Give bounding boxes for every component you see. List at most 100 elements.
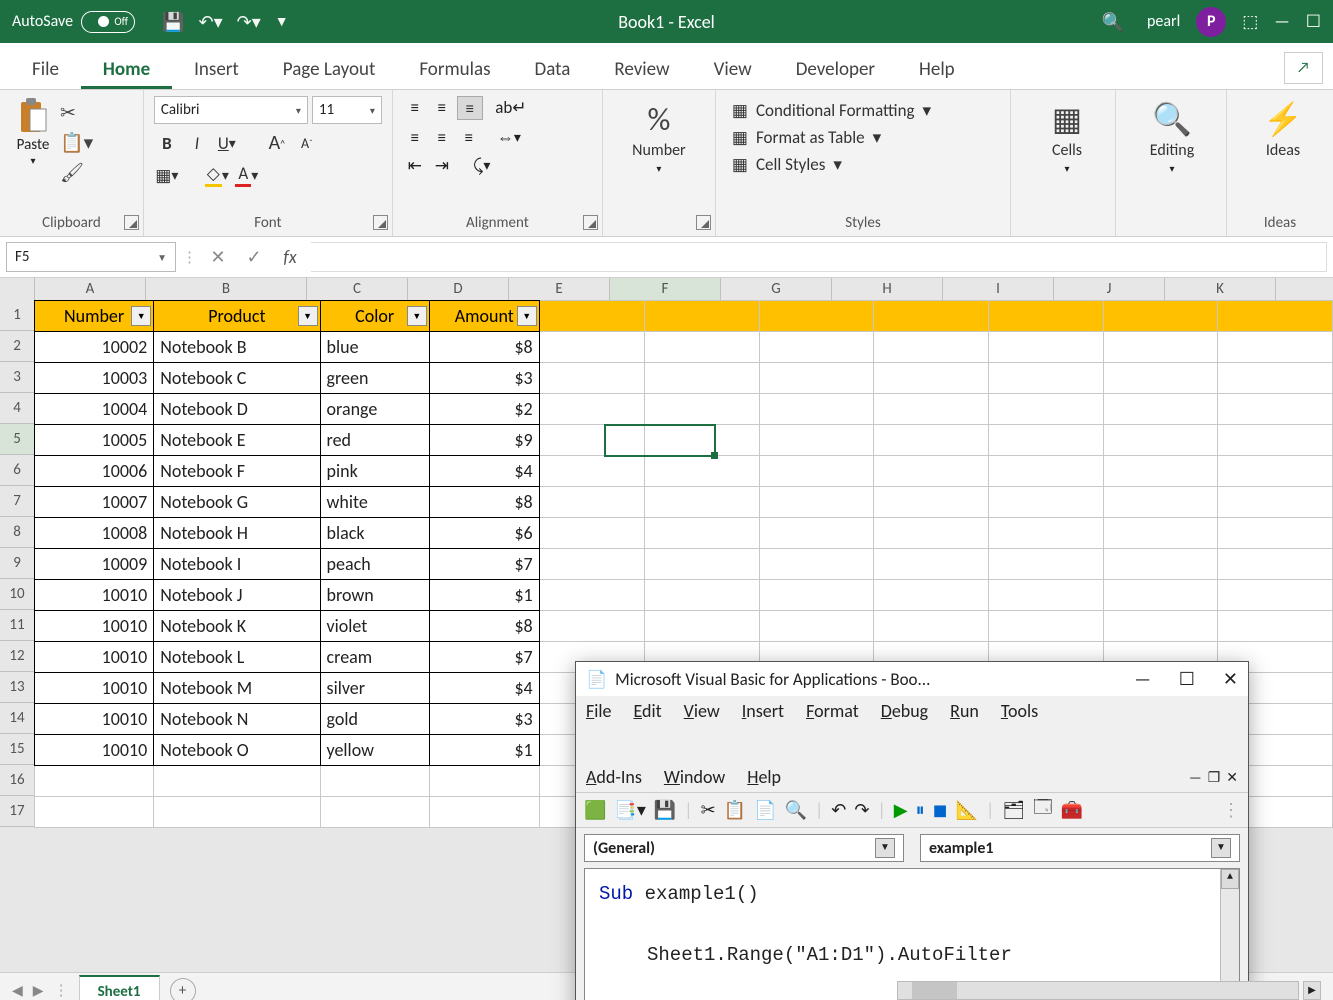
- editing-button[interactable]: 🔍 Editing ▾: [1126, 96, 1218, 175]
- ideas-button[interactable]: ⚡ Ideas: [1237, 96, 1329, 160]
- vba-mdi-restore-icon[interactable]: ❐: [1208, 769, 1221, 786]
- search-icon[interactable]: 🔍: [1102, 11, 1124, 33]
- font-color-button[interactable]: A▾: [234, 162, 260, 188]
- font-name-combo[interactable]: Calibri▾: [154, 96, 308, 124]
- vba-toolbar[interactable]: 🟩 📑▾ 💾 | ✂ 📋 📄 🔍 | ↶ ↷ | ▶ ⏸ ◼ 📐 | 🗂 🗔 🧰…: [576, 792, 1248, 828]
- tab-file[interactable]: File: [10, 48, 81, 89]
- vba-redo-icon[interactable]: ↷: [854, 799, 869, 821]
- wrap-text-icon[interactable]: ab↵: [499, 96, 523, 118]
- decrease-indent-icon[interactable]: ⇤: [403, 154, 427, 176]
- name-box[interactable]: F5▼: [6, 242, 176, 272]
- vba-minimize-icon[interactable]: —: [1134, 668, 1150, 690]
- vba-editor-window[interactable]: 📄 Microsoft Visual Basic for Application…: [575, 661, 1249, 1000]
- align-middle-icon[interactable]: ≡: [430, 96, 454, 118]
- hscroll-right-icon[interactable]: ▶: [1303, 981, 1321, 1000]
- tab-developer[interactable]: Developer: [774, 48, 897, 89]
- tab-view[interactable]: View: [692, 48, 774, 89]
- hscrollbar[interactable]: [897, 981, 1299, 1000]
- vba-mdi-minimize-icon[interactable]: —: [1189, 769, 1202, 786]
- ribbon-display-icon[interactable]: ⬚: [1242, 11, 1258, 32]
- tab-data[interactable]: Data: [513, 48, 593, 89]
- fill-color-button[interactable]: ◇▾: [204, 162, 230, 188]
- filter-button[interactable]: ▼: [407, 306, 427, 326]
- orientation-icon[interactable]: ⤹▾: [470, 154, 494, 176]
- format-as-table-button[interactable]: ▦Format as Table ▾: [732, 127, 994, 148]
- sheet-tab[interactable]: Sheet1: [79, 975, 160, 1000]
- tab-scroll-left-icon[interactable]: ◀: [12, 982, 23, 999]
- italic-button[interactable]: I: [184, 130, 210, 156]
- conditional-formatting-button[interactable]: ▦Conditional Formatting ▾: [732, 100, 994, 121]
- cells-button[interactable]: ▦ Cells ▾: [1021, 96, 1113, 175]
- tab-page-layout[interactable]: Page Layout: [261, 48, 398, 89]
- tab-formulas[interactable]: Formulas: [397, 48, 512, 89]
- merge-center-icon[interactable]: ⇔▾: [497, 126, 521, 148]
- align-center-icon[interactable]: ≡: [430, 126, 454, 148]
- vba-find-icon[interactable]: 🔍: [785, 799, 807, 821]
- redo-icon[interactable]: ↷▾: [237, 11, 261, 33]
- qat-customize-icon[interactable]: ▼: [275, 13, 289, 30]
- number-dialog-icon[interactable]: [696, 215, 711, 230]
- undo-icon[interactable]: ↶▾: [199, 11, 223, 33]
- vba-excel-icon[interactable]: 🟩: [584, 799, 606, 821]
- shrink-font-icon[interactable]: Aˇ: [294, 130, 320, 156]
- paste-button[interactable]: Paste ▾: [10, 96, 56, 185]
- vba-menu-insert[interactable]: Insert: [742, 700, 784, 722]
- borders-button[interactable]: ▦▾: [154, 162, 180, 188]
- cancel-formula-icon[interactable]: ✕: [203, 246, 233, 268]
- vba-menu-format[interactable]: Format: [806, 700, 859, 722]
- vba-menu-add-ins[interactable]: Add-Ins: [586, 766, 642, 788]
- maximize-icon[interactable]: ☐: [1306, 11, 1321, 32]
- vba-menu-tools[interactable]: Tools: [1001, 700, 1038, 722]
- share-button[interactable]: ↗: [1284, 52, 1323, 84]
- vba-mdi-close-icon[interactable]: ✕: [1226, 769, 1238, 786]
- new-sheet-button[interactable]: +: [170, 978, 196, 1000]
- user-avatar[interactable]: P: [1196, 7, 1226, 37]
- vba-undo-icon[interactable]: ↶: [831, 799, 846, 821]
- column-headers[interactable]: ABCDEFGHIJK: [0, 278, 1276, 302]
- minimize-icon[interactable]: —: [1274, 11, 1289, 32]
- insert-function-icon[interactable]: fx: [275, 246, 305, 268]
- save-icon[interactable]: 💾: [162, 11, 184, 33]
- formula-input[interactable]: [311, 242, 1327, 272]
- increase-indent-icon[interactable]: ⇥: [430, 154, 454, 176]
- vba-save-icon[interactable]: 💾: [654, 799, 676, 821]
- vba-procedure-combo[interactable]: example1▼: [920, 834, 1240, 862]
- align-top-icon[interactable]: ≡: [403, 96, 427, 118]
- vba-menu-file[interactable]: File: [586, 700, 612, 722]
- cut-icon[interactable]: ✂: [60, 102, 93, 125]
- tab-scroll-right-icon[interactable]: ▶: [33, 982, 44, 999]
- underline-button[interactable]: U▾: [214, 130, 240, 156]
- bold-button[interactable]: B: [154, 130, 180, 156]
- align-left-icon[interactable]: ≡: [403, 126, 427, 148]
- vba-project-explorer-icon[interactable]: 🗂: [1002, 799, 1025, 821]
- vba-menu-debug[interactable]: Debug: [881, 700, 928, 722]
- number-format-button[interactable]: % Number ▾: [613, 96, 705, 175]
- vba-break-icon[interactable]: ⏸: [916, 799, 925, 821]
- vba-run-icon[interactable]: ▶: [894, 799, 908, 821]
- clipboard-dialog-icon[interactable]: [124, 215, 139, 230]
- vba-menu-run[interactable]: Run: [950, 700, 979, 722]
- vba-toolbox-icon[interactable]: 🧰: [1061, 799, 1083, 821]
- tab-review[interactable]: Review: [592, 48, 691, 89]
- vba-menu-edit[interactable]: Edit: [634, 700, 662, 722]
- tab-help[interactable]: Help: [897, 48, 977, 89]
- vba-paste-icon[interactable]: 📄: [754, 799, 776, 821]
- cell-styles-button[interactable]: ▦Cell Styles ▾: [732, 154, 994, 175]
- tab-home[interactable]: Home: [81, 48, 172, 89]
- row-headers[interactable]: 1234567891011121314151617: [0, 300, 36, 827]
- vba-design-mode-icon[interactable]: 📐: [956, 799, 978, 821]
- vba-menu-window[interactable]: Window: [664, 766, 725, 788]
- vba-copy-icon[interactable]: 📋: [724, 799, 746, 821]
- vba-menu-view[interactable]: View: [684, 700, 720, 722]
- vba-cut-icon[interactable]: ✂: [701, 799, 716, 821]
- vba-reset-icon[interactable]: ◼: [933, 799, 948, 821]
- vba-menu-bar[interactable]: File Edit View Insert Format Debug Run Tools Add…: [576, 696, 1248, 792]
- copy-icon[interactable]: 📋▾: [60, 131, 93, 155]
- align-bottom-icon[interactable]: ≡: [457, 96, 483, 120]
- font-dialog-icon[interactable]: [373, 215, 388, 230]
- autosave-toggle[interactable]: Off: [81, 11, 135, 33]
- enter-formula-icon[interactable]: ✓: [239, 246, 269, 268]
- filter-button[interactable]: ▼: [298, 306, 318, 326]
- vba-properties-icon[interactable]: 🗔: [1033, 795, 1053, 825]
- vba-insert-module-icon[interactable]: 📑▾: [614, 799, 645, 821]
